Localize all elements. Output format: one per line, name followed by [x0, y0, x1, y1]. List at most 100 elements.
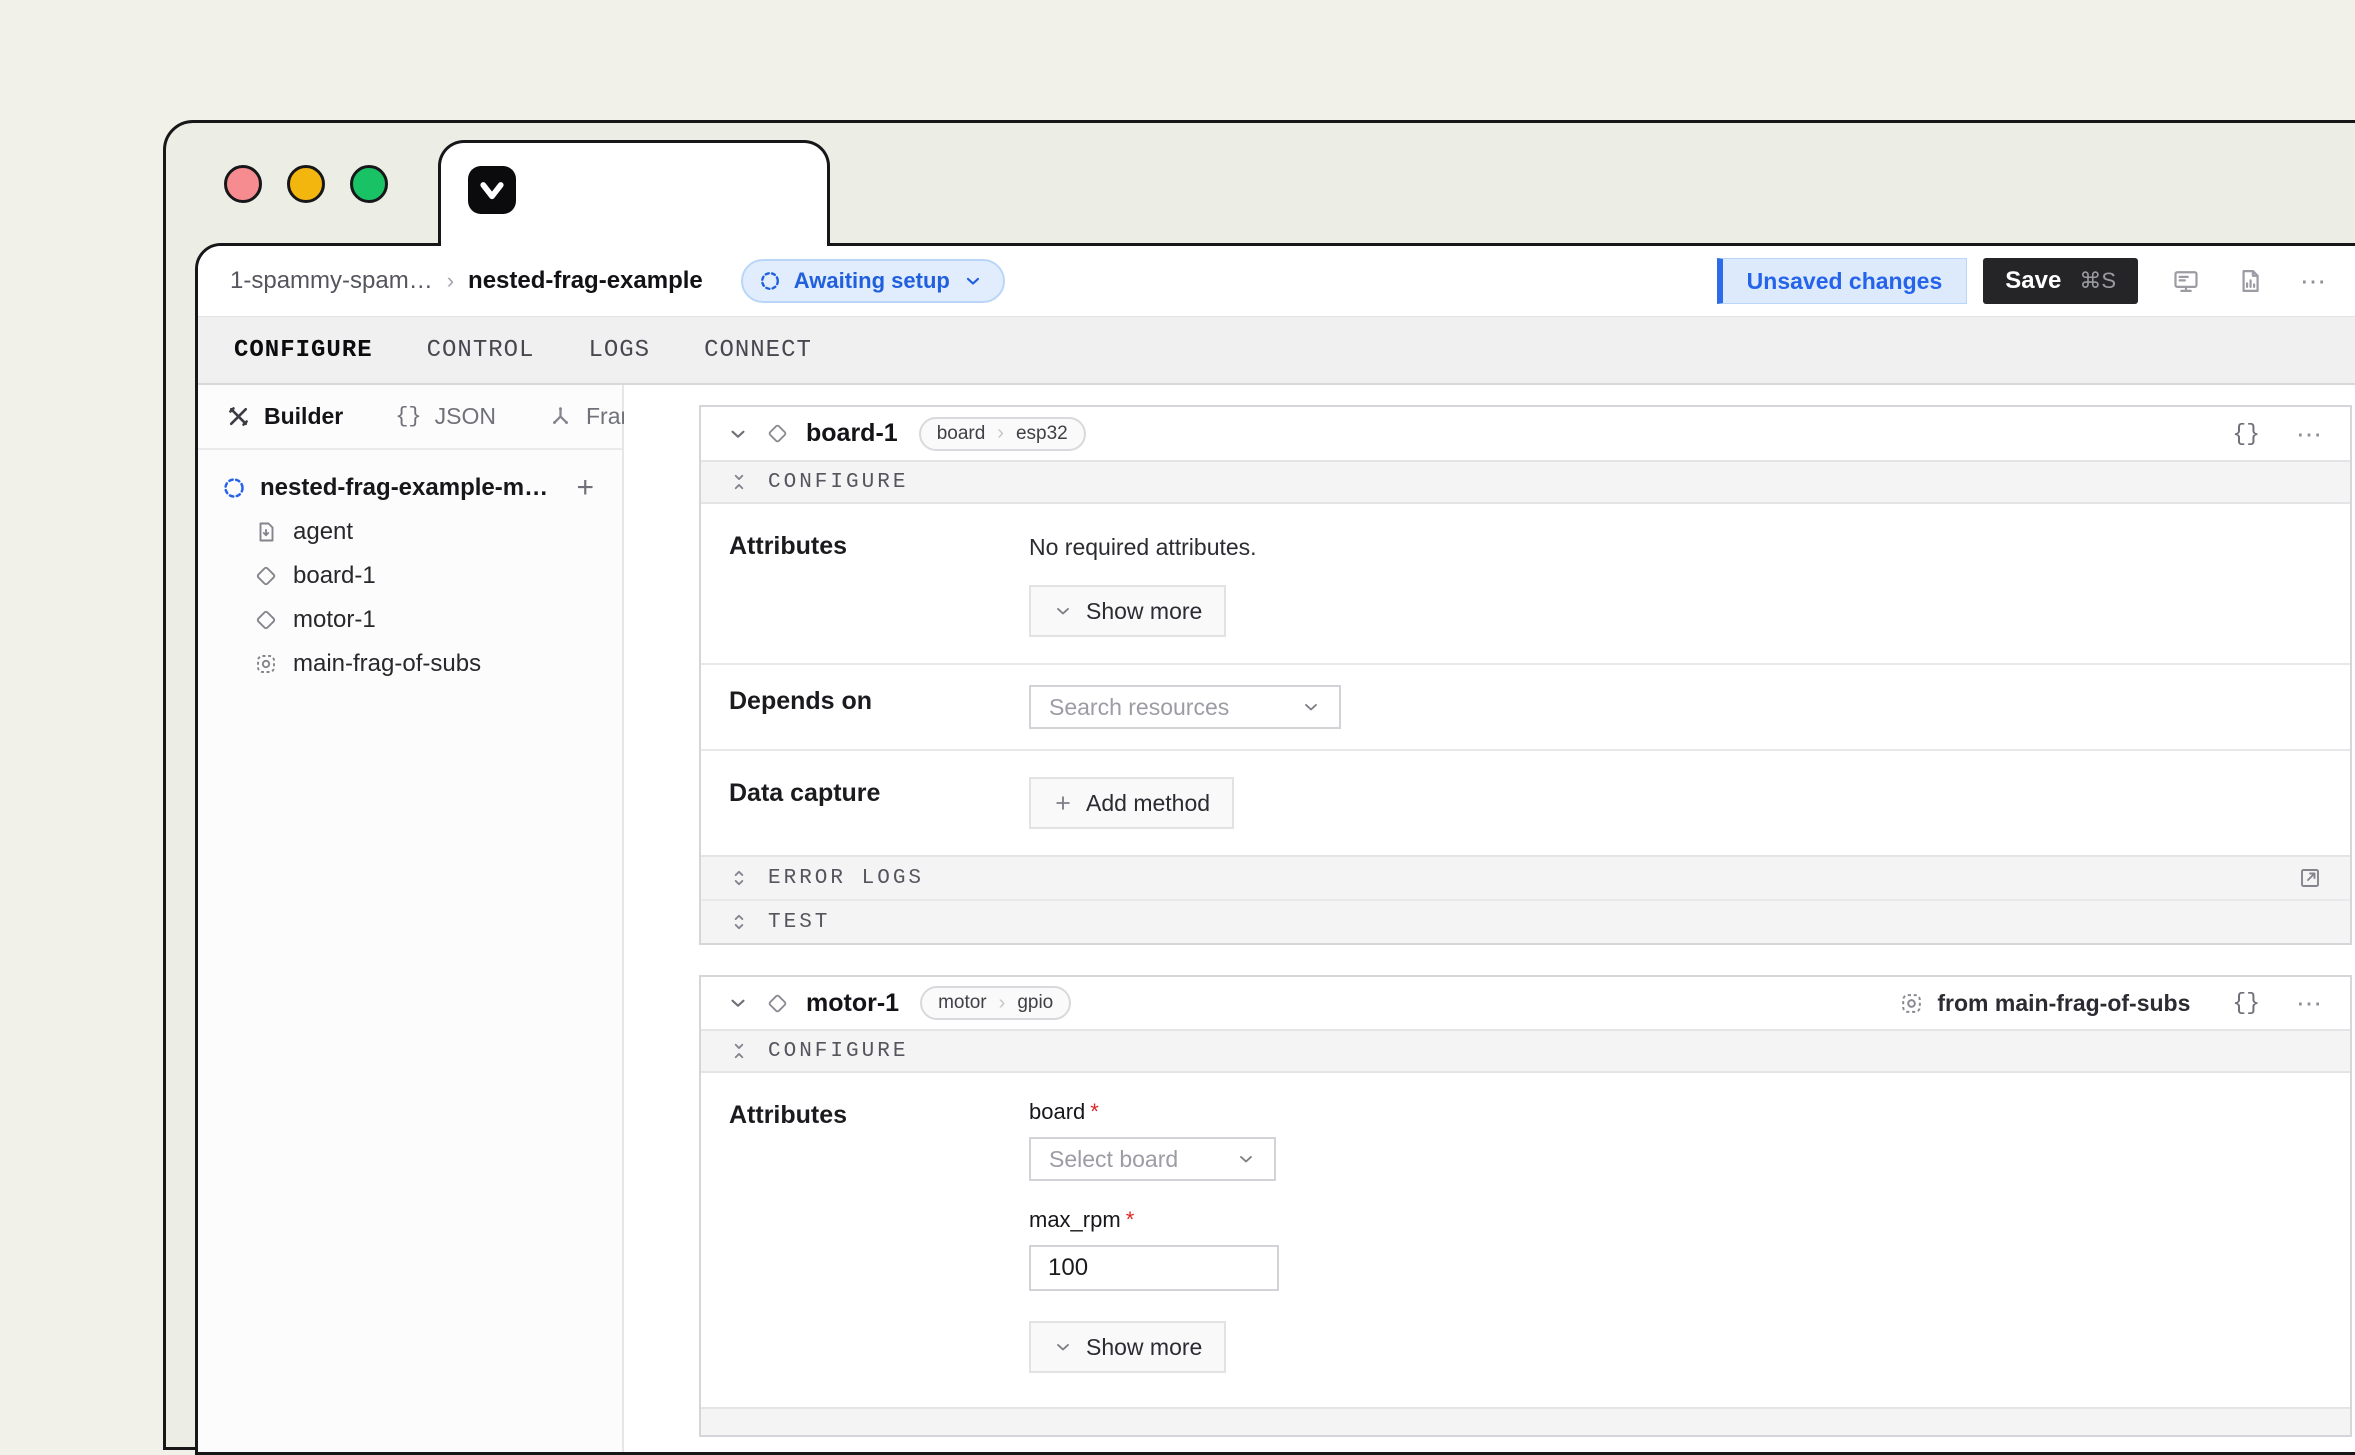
- configure-main-area: board-1 board › esp32 {} ⋯ CON: [624, 385, 2355, 1452]
- attributes-row: Attributes No required attributes. Show …: [701, 504, 2350, 663]
- fold-section-icon: [729, 1041, 749, 1061]
- machine-part-name: nested-frag-example-m…: [260, 474, 548, 502]
- tab-logs[interactable]: LOGS: [586, 333, 652, 368]
- resource-card-board-1: board-1 board › esp32 {} ⋯ CON: [699, 405, 2352, 945]
- traffic-lights: [224, 165, 388, 203]
- mode-builder[interactable]: Builder: [226, 403, 343, 430]
- tree-item-label: board-1: [293, 562, 376, 590]
- main-nav-tabs: CONFIGURE CONTROL LOGS CONNECT: [198, 316, 2355, 385]
- unsaved-changes-indicator[interactable]: Unsaved changes: [1717, 258, 1968, 304]
- fragment-source-label: from main-frag-of-subs: [1937, 990, 2190, 1017]
- edit-json-button[interactable]: {}: [2232, 990, 2260, 1016]
- field-label-max-rpm: max_rpm*: [1029, 1207, 2322, 1233]
- section-test[interactable]: TEST: [701, 899, 2350, 943]
- tools-icon: [226, 404, 251, 429]
- chevron-down-icon: [1053, 601, 1073, 621]
- close-window-button[interactable]: [224, 165, 262, 203]
- tree-item-main-frag-of-subs[interactable]: main-frag-of-subs: [254, 648, 594, 680]
- maximize-window-button[interactable]: [350, 165, 388, 203]
- board-select[interactable]: Select board: [1029, 1137, 1276, 1181]
- breadcrumb-current: nested-frag-example: [468, 267, 703, 295]
- section-configure[interactable]: CONFIGURE: [701, 460, 2350, 504]
- mode-json-label: JSON: [435, 403, 496, 430]
- data-capture-label: Data capture: [729, 777, 1029, 829]
- depends-on-content: Search resources: [1029, 685, 2322, 729]
- browser-tab[interactable]: [438, 140, 830, 246]
- show-more-button[interactable]: Show more: [1029, 1321, 1226, 1373]
- add-method-button[interactable]: Add method: [1029, 777, 1234, 829]
- depends-on-select[interactable]: Search resources: [1029, 685, 1341, 729]
- tree-children: agent board-1 motor-1: [254, 516, 594, 680]
- logs-report-icon[interactable]: [2236, 267, 2264, 295]
- app-body: Builder {} JSON Frame nested-frag-exampl…: [198, 385, 2355, 1452]
- attributes-label: Attributes: [729, 1099, 1029, 1373]
- section-configure[interactable]: CONFIGURE: [701, 1029, 2350, 1073]
- breadcrumb-separator: ›: [447, 268, 454, 294]
- tag-type: board: [921, 423, 1002, 445]
- attributes-row: Attributes board * Select board: [701, 1073, 2350, 1399]
- diamond-icon: [254, 564, 278, 588]
- tab-configure[interactable]: CONFIGURE: [232, 333, 375, 368]
- diamond-icon: [766, 422, 789, 445]
- unfold-section-icon: [729, 868, 749, 888]
- collapse-card-chevron-icon[interactable]: [727, 423, 749, 445]
- resource-tree: nested-frag-example-m… + agent: [198, 450, 622, 692]
- tab-control[interactable]: CONTROL: [425, 333, 537, 368]
- status-spinner-icon: [759, 270, 781, 292]
- minimize-window-button[interactable]: [287, 165, 325, 203]
- tree-item-label: main-frag-of-subs: [293, 650, 481, 678]
- tree-item-board-1[interactable]: board-1: [254, 560, 594, 592]
- add-method-label: Add method: [1086, 790, 1210, 817]
- app-header: 1-spammy-spam… › nested-frag-example Awa…: [198, 246, 2355, 316]
- max-rpm-input[interactable]: [1029, 1245, 1279, 1291]
- chevron-down-icon: [1053, 1337, 1073, 1357]
- unfold-section-icon: [729, 912, 749, 932]
- tab-connect[interactable]: CONNECT: [702, 333, 814, 368]
- section-error-logs[interactable]: ERROR LOGS: [701, 855, 2350, 899]
- card-overflow-menu[interactable]: ⋯: [2296, 990, 2324, 1016]
- plus-icon: [1053, 793, 1073, 813]
- machine-status-badge[interactable]: Awaiting setup: [741, 259, 1005, 303]
- tree-machine-row[interactable]: nested-frag-example-m… +: [222, 472, 594, 504]
- tree-item-motor-1[interactable]: motor-1: [254, 604, 594, 636]
- depends-on-placeholder: Search resources: [1049, 694, 1229, 721]
- resource-type-tags: motor › gpio: [920, 986, 1071, 1020]
- diamond-icon: [254, 608, 278, 632]
- mode-json[interactable]: {} JSON: [395, 403, 496, 430]
- save-button[interactable]: Save ⌘S: [1983, 258, 2138, 304]
- field-label-text: board: [1029, 1099, 1085, 1124]
- required-asterisk: *: [1126, 1207, 1135, 1232]
- show-more-button[interactable]: Show more: [1029, 585, 1226, 637]
- attributes-content: No required attributes. Show more: [1029, 530, 2322, 637]
- viam-v-icon: [477, 175, 507, 205]
- fragment-source: from main-frag-of-subs: [1899, 990, 2190, 1017]
- status-badge-label: Awaiting setup: [794, 268, 950, 294]
- unsaved-changes-label: Unsaved changes: [1747, 268, 1943, 295]
- save-shortcut-hint: ⌘S: [2079, 268, 2116, 294]
- section-error-logs-label: ERROR LOGS: [768, 867, 924, 890]
- braces-icon: {}: [395, 404, 421, 429]
- header-icon-group: ⋯: [2172, 267, 2328, 295]
- tree-item-agent[interactable]: agent: [254, 516, 594, 548]
- attributes-label: Attributes: [729, 530, 1029, 637]
- header-overflow-menu[interactable]: ⋯: [2300, 268, 2328, 294]
- chevron-down-icon: [1301, 697, 1321, 717]
- tag-model: gpio: [1001, 992, 1069, 1014]
- chevron-down-icon: [963, 271, 983, 291]
- card-overflow-menu[interactable]: ⋯: [2296, 421, 2324, 447]
- add-resource-button[interactable]: +: [576, 473, 594, 503]
- sidebar: Builder {} JSON Frame nested-frag-exampl…: [198, 385, 624, 1452]
- machine-page-icon[interactable]: [2172, 267, 2200, 295]
- section-gap: [701, 1399, 2350, 1407]
- open-in-new-window-icon[interactable]: [2298, 866, 2322, 890]
- edit-json-button[interactable]: {}: [2232, 421, 2260, 447]
- section-configure-label: CONFIGURE: [768, 471, 908, 494]
- breadcrumb-parent[interactable]: 1-spammy-spam…: [230, 267, 433, 295]
- frame-axis-icon: [548, 404, 573, 429]
- collapse-card-chevron-icon[interactable]: [727, 992, 749, 1014]
- depends-on-label: Depends on: [729, 685, 1029, 729]
- browser-window: 1-spammy-spam… › nested-frag-example Awa…: [163, 120, 2355, 1450]
- next-section-partial: [701, 1407, 2350, 1435]
- machine-status-spinner-icon: [222, 476, 246, 500]
- fragment-icon: [1899, 991, 1924, 1016]
